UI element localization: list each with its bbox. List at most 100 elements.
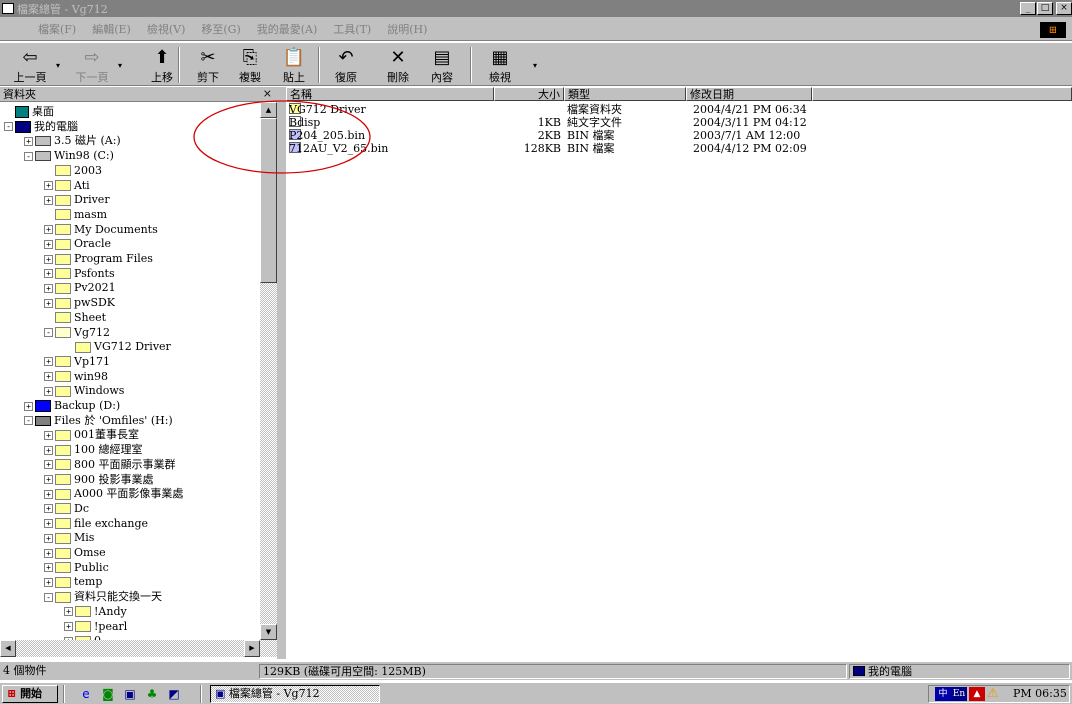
tree-node[interactable]: + pwSDK — [44, 296, 115, 310]
collapse-icon[interactable]: - — [24, 416, 33, 426]
tree-node[interactable]: + win98 — [44, 370, 108, 384]
tree-node[interactable]: VG712 Driver — [64, 340, 171, 354]
expand-icon[interactable]: + — [44, 548, 53, 558]
show-desktop-icon[interactable]: ▣ — [122, 686, 138, 702]
tree-node[interactable]: Sheet — [44, 311, 106, 325]
tree-node[interactable]: + Psfonts — [44, 267, 115, 281]
expand-icon[interactable]: + — [44, 563, 53, 573]
tree-node[interactable]: + Public — [44, 561, 109, 575]
expand-icon[interactable]: + — [64, 607, 73, 617]
tree-node[interactable]: + My Documents — [44, 223, 158, 237]
menu-item[interactable]: 編輯(E) — [92, 21, 131, 37]
expand-icon[interactable]: + — [44, 357, 53, 367]
file-row[interactable]: 712AU_V2_65.bin 128KB BIN 檔案 2004/4/12 PM 0… — [286, 142, 1072, 155]
collapse-icon[interactable]: - — [24, 151, 33, 161]
tree-node[interactable]: - Vg712 — [44, 326, 110, 340]
outlook-icon[interactable]: ◙ — [100, 686, 116, 702]
expand-icon[interactable]: + — [24, 136, 33, 146]
expand-icon[interactable]: + — [44, 225, 53, 235]
scroll-down-button[interactable]: ▼ — [260, 624, 277, 640]
tree-node[interactable]: + Program Files — [44, 252, 153, 266]
dropdown-arrow-icon[interactable]: ▾ — [533, 61, 537, 70]
column-type[interactable]: 類型 — [564, 87, 686, 101]
title-bar[interactable]: 檔案總管 - Vg712 _ □ × — [0, 0, 1072, 17]
expand-icon[interactable]: + — [44, 460, 53, 470]
scroll-up-button[interactable]: ▲ — [260, 102, 277, 118]
expand-icon[interactable]: + — [44, 239, 53, 249]
tree-node[interactable]: - Win98 (C:) — [24, 149, 114, 163]
menu-item[interactable]: 檔案(F) — [38, 21, 76, 37]
minimize-button[interactable]: _ — [1020, 2, 1036, 15]
tree-node[interactable]: masm — [44, 208, 107, 222]
folder-pane-close-button[interactable]: × — [263, 87, 272, 100]
collapse-icon[interactable]: - — [44, 592, 53, 602]
toolbar-button-delete[interactable]: ✕ 刪除 — [376, 47, 420, 84]
tree-node[interactable]: + Backup (D:) — [24, 399, 120, 413]
expand-icon[interactable]: + — [44, 298, 53, 308]
tree-node[interactable]: + Vp171 — [44, 355, 110, 369]
file-row[interactable]: VG712 Driver 檔案資料夾 2004/4/21 PM 06:34 — [286, 103, 1072, 116]
desktop-shortcut-icon[interactable]: ◩ — [166, 686, 182, 702]
tree-node[interactable]: + Ati — [44, 179, 90, 193]
expand-icon[interactable]: + — [64, 622, 73, 631]
expand-icon[interactable]: + — [44, 475, 53, 484]
expand-icon[interactable]: + — [44, 533, 53, 543]
tree-node[interactable]: +900 投影事業處 — [44, 473, 154, 487]
expand-icon[interactable]: + — [44, 504, 53, 514]
menu-item[interactable]: 檢視(V) — [147, 21, 186, 37]
tree-node[interactable]: + !pearl — [64, 620, 127, 634]
toolbar-button-paste[interactable]: 📋 貼上 — [272, 47, 316, 84]
expand-icon[interactable]: + — [44, 519, 53, 529]
collapse-icon[interactable]: - — [4, 122, 13, 132]
toolbar-button-cut[interactable]: ✂ 剪下 — [186, 47, 230, 84]
expand-icon[interactable]: + — [44, 181, 53, 190]
tree-node[interactable]: + Oracle — [44, 237, 111, 251]
column-name[interactable]: 名稱 — [286, 87, 494, 101]
tree-node[interactable]: + Dc — [44, 502, 89, 516]
tree-node[interactable]: - Files 於 'Omfiles' (H:) — [24, 414, 173, 428]
menu-item[interactable]: 工具(T) — [333, 21, 371, 37]
scroll-thumb[interactable] — [260, 118, 277, 283]
language-indicator[interactable]: En — [951, 687, 967, 701]
tree-node[interactable]: - 資料只能交換一天 — [44, 590, 162, 604]
tree-node[interactable]: + file exchange — [44, 517, 148, 531]
expand-icon[interactable]: + — [44, 386, 53, 396]
dropdown-arrow-icon[interactable]: ▾ — [118, 61, 122, 70]
start-button[interactable]: ⊞ 開始 — [2, 685, 58, 703]
file-row[interactable]: P204_205.bin 2KB BIN 檔案 2003/7/1 AM 12:00 — [286, 129, 1072, 142]
column-modified[interactable]: 修改日期 — [686, 87, 812, 101]
toolbar-button-forward-arrow[interactable]: ⇨ 下一頁 — [70, 47, 114, 84]
ie-icon[interactable]: e — [78, 686, 94, 702]
expand-icon[interactable]: + — [44, 254, 53, 264]
expand-icon[interactable]: + — [44, 445, 53, 455]
channels-icon[interactable]: ♣ — [144, 686, 160, 702]
file-row[interactable]: Bdisp 1KB 純文字文件 2004/3/11 PM 04:12 — [286, 116, 1072, 129]
expand-icon[interactable]: + — [44, 269, 53, 279]
tree-node[interactable]: + Omse — [44, 546, 106, 560]
tree-node[interactable]: +3.5 磁片 (A:) — [24, 134, 121, 148]
expand-icon[interactable]: + — [44, 577, 53, 587]
column-size[interactable]: 大小 — [494, 87, 564, 101]
tree-vertical-scrollbar[interactable]: ▲ ▼ — [260, 102, 277, 640]
expand-icon[interactable]: + — [44, 489, 53, 499]
toolbar-button-undo[interactable]: ↶ 復原 — [324, 47, 368, 84]
maximize-button[interactable]: □ — [1037, 2, 1053, 15]
tree-node[interactable]: - 我的電腦 — [4, 120, 78, 134]
menu-item[interactable]: 說明(H) — [387, 21, 427, 37]
close-button[interactable]: × — [1056, 2, 1072, 15]
expand-icon[interactable]: + — [24, 401, 33, 411]
collapse-icon[interactable]: - — [44, 328, 53, 337]
taskbar-window-button[interactable]: ▣ 檔案總管 - Vg712 — [210, 685, 380, 703]
warning-icon[interactable]: ⚠ — [987, 686, 999, 701]
scroll-left-button[interactable]: ◀ — [0, 640, 16, 657]
clock[interactable]: PM 06:35 — [1013, 687, 1067, 700]
expand-icon[interactable]: + — [44, 195, 53, 205]
tree-node[interactable]: + Pv2021 — [44, 281, 116, 295]
menu-item[interactable]: 我的最愛(A) — [257, 21, 318, 37]
ati-icon[interactable]: ▲ — [969, 687, 985, 701]
expand-icon[interactable]: + — [44, 372, 53, 382]
tree-node[interactable]: + Windows — [44, 384, 124, 398]
tree-node[interactable]: 桌面 — [4, 105, 54, 119]
tree-node[interactable]: + Driver — [44, 193, 110, 207]
scroll-right-button[interactable]: ▶ — [244, 640, 260, 657]
